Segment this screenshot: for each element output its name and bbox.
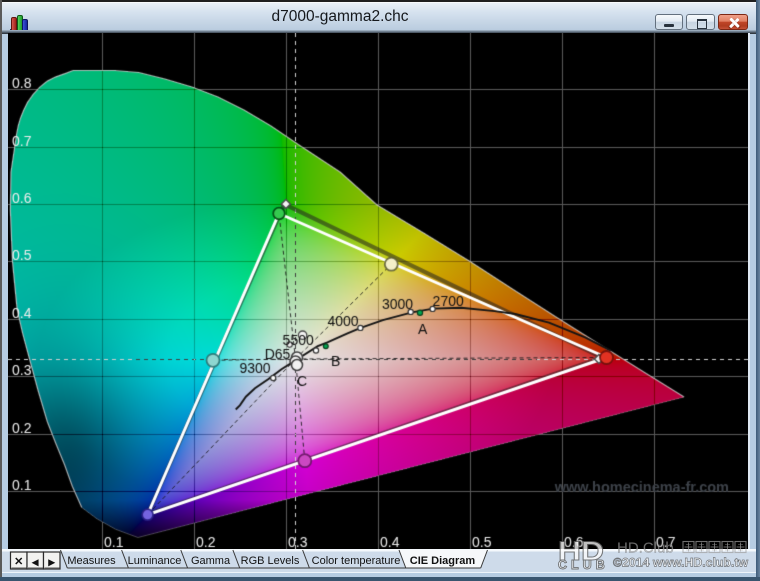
svg-text:Luminance: Luminance (128, 555, 182, 567)
svg-text:Gamma: Gamma (191, 555, 231, 567)
svg-text:Measures: Measures (67, 555, 116, 567)
svg-text:CLUB: CLUB (558, 558, 609, 572)
svg-text:Color temperature: Color temperature (312, 555, 401, 567)
svg-text:✕: ✕ (14, 556, 23, 568)
svg-text:RGB Levels: RGB Levels (241, 555, 300, 567)
svg-text:©2014 www.HD.club.tw: ©2014 www.HD.club.tw (613, 556, 748, 570)
svg-text:CIE Diagram: CIE Diagram (410, 555, 476, 567)
svg-text:HD.Club: HD.Club (617, 540, 674, 557)
